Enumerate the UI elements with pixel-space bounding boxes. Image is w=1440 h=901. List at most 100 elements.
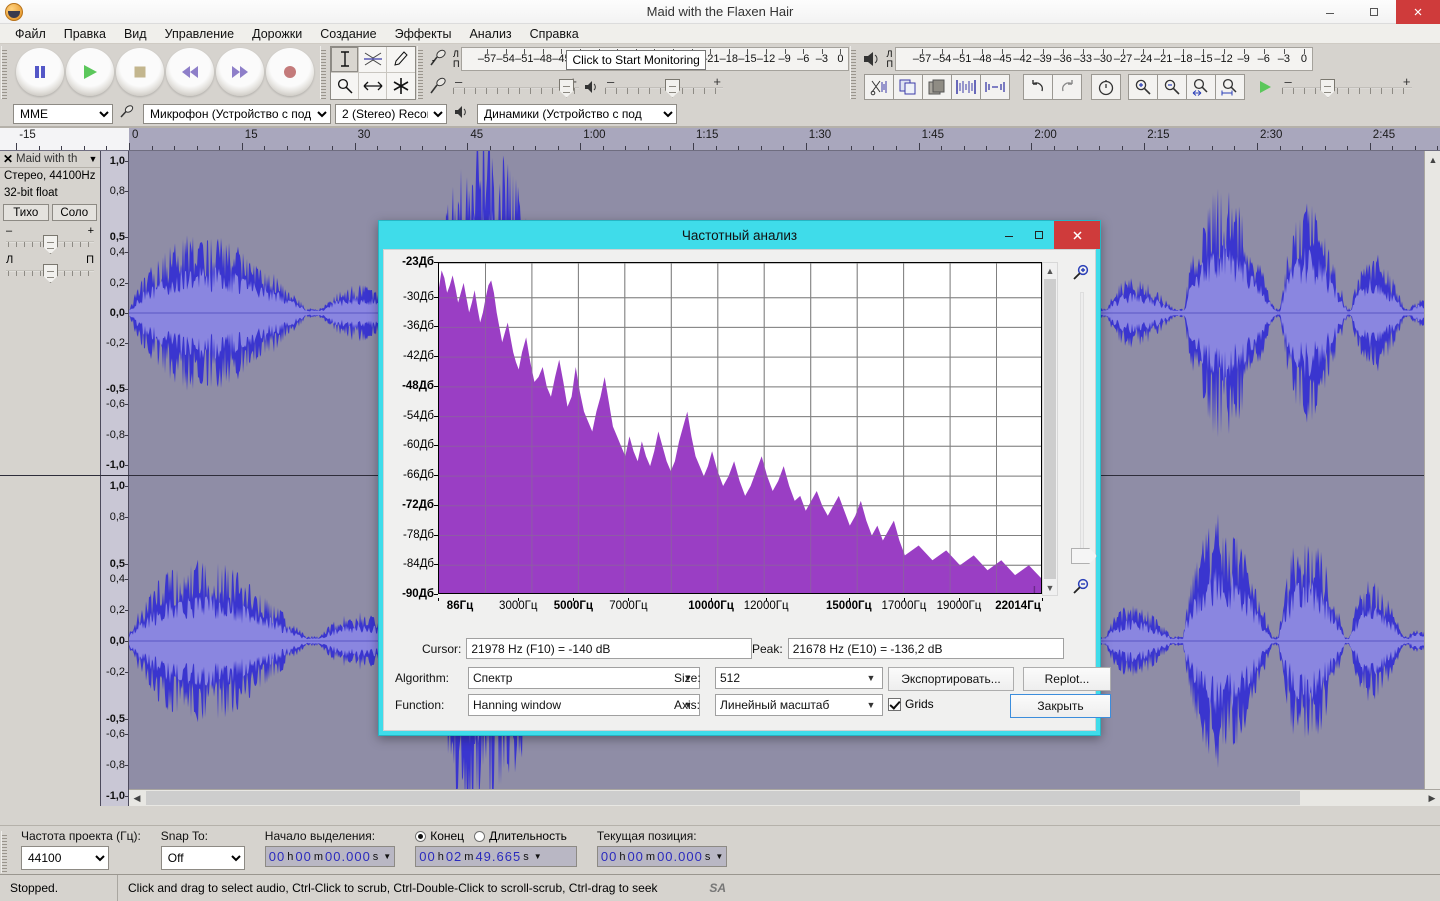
solo-button[interactable]: Соло xyxy=(52,204,98,221)
recording-volume-slider[interactable]: – + xyxy=(453,75,579,99)
selection-toolbar-grip[interactable] xyxy=(1,831,10,873)
fit-selection-button[interactable] xyxy=(1186,74,1216,100)
maximize-button[interactable] xyxy=(1352,0,1396,24)
sel-start-stepper-icon[interactable]: ▼ xyxy=(383,852,391,861)
sel-end-hours[interactable]: 00 xyxy=(419,849,435,864)
playback-meter-grip[interactable] xyxy=(850,46,859,99)
timer-record-button[interactable] xyxy=(1091,74,1121,100)
menu-item-generate[interactable]: Создание xyxy=(311,26,385,42)
playback-volume-slider[interactable]: – + xyxy=(605,75,723,99)
pos-hours[interactable]: 00 xyxy=(601,849,617,864)
recording-device-select[interactable]: Микрофон (Устройство с под xyxy=(143,104,331,124)
track-pan-slider[interactable]: Л П xyxy=(6,256,94,282)
menu-item-help[interactable]: Справка xyxy=(521,26,588,42)
envelope-tool-button[interactable] xyxy=(359,47,387,73)
zoom-in-icon[interactable] xyxy=(1068,260,1094,286)
sel-start-minutes[interactable]: 00 xyxy=(295,849,311,864)
play-speed-slider[interactable]: – + xyxy=(1282,75,1412,99)
horizontal-scrollbar-thumb[interactable] xyxy=(146,791,1300,805)
sel-start-hours[interactable]: 00 xyxy=(269,849,285,864)
track-close-button[interactable]: ✕ xyxy=(0,152,16,166)
algorithm-select[interactable]: Спектр ▼ xyxy=(468,667,700,689)
play-at-speed-button[interactable] xyxy=(1252,78,1278,96)
spectrum-scroll-down-button[interactable]: ▼ xyxy=(1043,580,1057,595)
scroll-left-button[interactable]: ◀ xyxy=(129,790,145,806)
pos-stepper-icon[interactable]: ▼ xyxy=(715,852,723,861)
track-pan-thumb[interactable] xyxy=(43,264,58,283)
menu-item-analyze[interactable]: Анализ xyxy=(460,26,520,42)
pos-minutes[interactable]: 00 xyxy=(627,849,643,864)
zoom-out-button[interactable] xyxy=(1157,74,1187,100)
function-select[interactable]: Hanning window ▼ xyxy=(468,694,700,716)
close-dialog-button[interactable]: Закрыть xyxy=(1010,694,1111,718)
playback-volume-thumb[interactable] xyxy=(665,79,680,98)
audio-host-select[interactable]: MME xyxy=(13,104,113,124)
spectrum-zoom-slider-track[interactable] xyxy=(1080,292,1084,560)
recording-meter-toolbar[interactable]: Л П –57–54–51–48–45–42–39–36–33–30–27–24… xyxy=(427,46,849,72)
pos-seconds[interactable]: 00.000 xyxy=(657,849,703,864)
playback-meter-toolbar[interactable]: Л П –57–54–51–48–45–42–39–36–33–30–27–24… xyxy=(860,46,1412,72)
silence-audio-button[interactable] xyxy=(980,74,1010,100)
scroll-up-button[interactable]: ▲ xyxy=(1425,151,1440,168)
grids-checkbox[interactable]: Grids xyxy=(888,697,934,711)
cut-button[interactable] xyxy=(864,74,894,100)
paste-button[interactable] xyxy=(922,74,952,100)
scroll-right-button[interactable]: ▶ xyxy=(1424,790,1440,806)
track-menu-chevron-down-icon[interactable]: ▼ xyxy=(86,154,100,164)
replot-button[interactable]: Replot... xyxy=(1023,667,1111,691)
sel-end-seconds[interactable]: 49.665 xyxy=(475,849,521,864)
zoom-out-icon[interactable] xyxy=(1068,574,1094,600)
frequency-dialog-maximize-button[interactable] xyxy=(1024,221,1054,249)
spectrum-scroll-up-button[interactable]: ▲ xyxy=(1043,263,1057,278)
zoom-in-button[interactable] xyxy=(1128,74,1158,100)
spectrum-scrollbar-thumb[interactable] xyxy=(1044,279,1056,579)
playback-device-select[interactable]: Динамики (Устройство с под xyxy=(477,104,677,124)
skip-to-end-button[interactable] xyxy=(216,48,264,96)
track-gain-slider[interactable]: – + xyxy=(6,227,94,253)
menu-item-file[interactable]: Файл xyxy=(6,26,55,42)
transport-toolbar-grip[interactable] xyxy=(1,46,10,99)
minimize-button[interactable] xyxy=(1308,0,1352,24)
undo-button[interactable] xyxy=(1023,74,1053,100)
selection-tool-button[interactable] xyxy=(331,47,359,73)
sel-end-minutes[interactable]: 02 xyxy=(446,849,462,864)
export-button[interactable]: Экспортировать... xyxy=(888,667,1014,691)
axis-select[interactable]: Линейный масштаб ▼ xyxy=(715,694,883,716)
selection-start-field[interactable]: 00 h 00 m 00.000 s ▼ xyxy=(265,846,395,867)
recording-meter-grip[interactable] xyxy=(417,46,426,99)
timeline-ruler[interactable]: -1501530451:001:151:301:452:002:152:302:… xyxy=(0,128,1440,151)
fit-project-button[interactable] xyxy=(1215,74,1245,100)
frequency-dialog-close-button[interactable] xyxy=(1054,221,1100,249)
sel-end-stepper-icon[interactable]: ▼ xyxy=(534,852,542,861)
frequency-analysis-dialog[interactable]: Частотный анализ -23Дб-30Дб-36Дб-42Дб-48… xyxy=(378,220,1101,736)
copy-button[interactable] xyxy=(893,74,923,100)
pause-button[interactable] xyxy=(16,48,64,96)
draw-tool-button[interactable] xyxy=(387,47,415,73)
recording-volume-thumb[interactable] xyxy=(559,79,574,98)
end-radio[interactable]: Конец xyxy=(415,829,464,843)
project-rate-select[interactable]: 44100 xyxy=(21,846,109,870)
playback-meter[interactable]: –57–54–51–48–45–42–39–36–33–30–27–24–21–… xyxy=(895,47,1313,71)
zoom-tool-button[interactable] xyxy=(331,73,359,99)
menu-item-transport[interactable]: Управление xyxy=(156,26,244,42)
play-speed-thumb[interactable] xyxy=(1320,79,1335,98)
trim-audio-button[interactable] xyxy=(951,74,981,100)
spectrum-plot[interactable] xyxy=(438,262,1042,594)
frequency-dialog-minimize-button[interactable] xyxy=(994,221,1024,249)
selection-end-field[interactable]: 00 h 02 m 49.665 s ▼ xyxy=(415,846,577,867)
frequency-dialog-title-bar[interactable]: Частотный анализ xyxy=(379,221,1100,249)
spectrum-vertical-scrollbar[interactable]: ▲ ▼ xyxy=(1042,262,1058,596)
menu-item-effects[interactable]: Эффекты xyxy=(386,26,461,42)
close-button[interactable] xyxy=(1396,0,1440,24)
redo-button[interactable] xyxy=(1052,74,1082,100)
mute-button[interactable]: Тихо xyxy=(3,204,49,221)
snap-to-select[interactable]: Off xyxy=(161,846,245,870)
stop-button[interactable] xyxy=(116,48,164,96)
sel-start-seconds[interactable]: 00.000 xyxy=(325,849,371,864)
skip-to-start-button[interactable] xyxy=(166,48,214,96)
vertical-scrollbar[interactable]: ▲ xyxy=(1424,151,1440,789)
menu-item-edit[interactable]: Правка xyxy=(55,26,115,42)
recording-channels-select[interactable]: 2 (Stereo) Record xyxy=(335,104,447,124)
menu-item-view[interactable]: Вид xyxy=(115,26,156,42)
horizontal-scrollbar[interactable]: ◀ ▶ xyxy=(129,789,1440,806)
